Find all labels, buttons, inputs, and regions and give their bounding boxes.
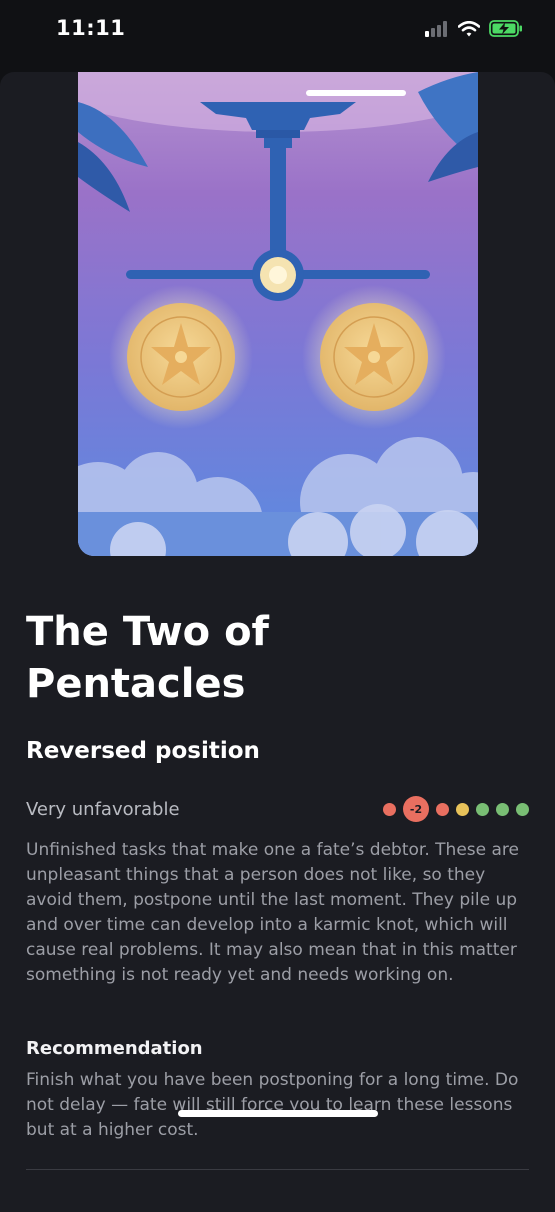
signal-icon: [425, 20, 449, 41]
status-icons: [425, 20, 523, 41]
rating-dot: [436, 802, 449, 816]
card-description: Unfinished tasks that make one a fate’s …: [26, 840, 519, 985]
rating-value-badge: -2: [403, 796, 429, 822]
tarot-card-illustration: [78, 72, 478, 556]
rating-dot: [516, 802, 529, 816]
rating-dot: [456, 802, 469, 816]
home-indicator[interactable]: [178, 1110, 378, 1117]
recommendation-title: Recommendation: [26, 1038, 203, 1059]
sheet-grabber[interactable]: [306, 90, 406, 96]
rating-dot: [383, 802, 396, 816]
card-detail-sheet: The Two of Pentacles Reversed position V…: [0, 72, 555, 1212]
rating-dot: [476, 802, 489, 816]
battery-charging-icon: [489, 20, 523, 41]
card-title: The Two of Pentacles: [26, 609, 269, 707]
position-title: Reversed position: [26, 738, 260, 764]
status-time: 11:11: [56, 16, 126, 40]
divider: [26, 1169, 529, 1170]
rating-dot: [496, 802, 509, 816]
rating-scale: -2: [383, 796, 529, 822]
wifi-icon: [457, 20, 481, 41]
status-bar: 11:11: [0, 0, 555, 66]
rating-label: Very unfavorable: [26, 799, 180, 820]
recommendation-text: Finish what you have been postponing for…: [26, 1070, 519, 1140]
